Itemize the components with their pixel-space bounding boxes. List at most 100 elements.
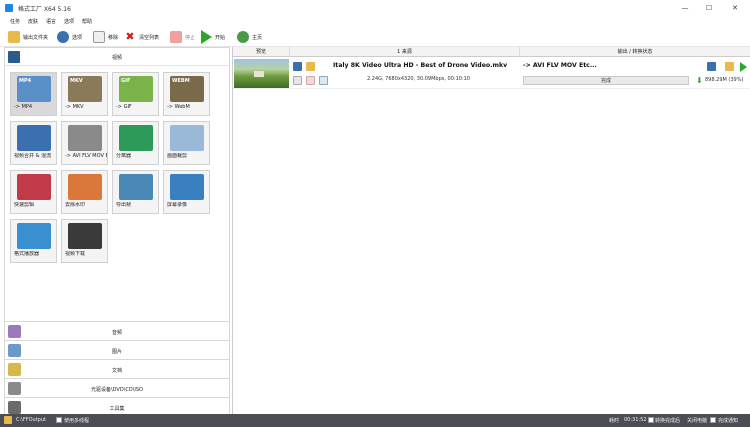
menu-item-skin[interactable]: 皮肤 — [28, 18, 38, 25]
delete-icon[interactable] — [319, 76, 328, 85]
output-folder-button[interactable]: 输出文件夹 — [8, 30, 48, 44]
clear-list-icon: ✖ — [124, 30, 136, 43]
section-disc-label: 光驱设备\DVD\CD\ISO — [90, 387, 143, 393]
tool-tile[interactable]: 去除水印 — [61, 170, 108, 214]
tool-tile[interactable]: MKV -> MKV — [61, 72, 108, 116]
options-button[interactable]: 选项 — [57, 30, 82, 44]
output-size: 898.29M (39%) — [705, 77, 743, 83]
table-row[interactable]: Italy 8K Video Ultra HD - Best of Drone … — [233, 58, 750, 89]
tool-badge: WEBM — [172, 78, 190, 84]
clear-list-label: 清空列表 — [139, 34, 160, 41]
menu-item-help[interactable]: 帮助 — [82, 18, 92, 25]
tool-tile[interactable]: 分离器 — [112, 121, 159, 165]
tool-label: -> GIF — [116, 104, 132, 110]
tool-label: -> MKV — [65, 104, 84, 110]
tool-icon — [68, 174, 102, 200]
tool-label: 分离器 — [116, 153, 132, 159]
download-arrow-icon: ⬇ — [696, 76, 703, 85]
home-label: 主页 — [252, 34, 263, 41]
task-list-panel: 预览 1 来源 输出 / 转换状态 Italy 8K Video Ultra H… — [232, 47, 750, 414]
output-info-icon[interactable] — [707, 62, 716, 71]
tool-icon: WEBM — [170, 76, 204, 102]
multithread-checkbox[interactable] — [56, 417, 62, 423]
tool-label: 视频合并 & 混流 — [14, 153, 52, 159]
video-category-header[interactable]: 视频 — [5, 48, 229, 66]
shutdown-option[interactable]: 关闭电脑 — [687, 417, 707, 424]
minimize-button[interactable]: — — [678, 2, 692, 14]
tool-tile[interactable]: 视频合并 & 混流 — [10, 121, 57, 165]
settings-icon[interactable] — [293, 76, 302, 85]
section-disc[interactable]: 光驱设备\DVD\CD\ISO — [5, 378, 229, 397]
tool-icon — [119, 174, 153, 200]
tool-label: 视频下载 — [65, 251, 86, 257]
output-path-folder-icon[interactable] — [4, 416, 12, 424]
column-header-source[interactable]: 1 来源 — [290, 47, 520, 57]
tool-icon — [17, 223, 51, 249]
output-size-value: 898.29M — [705, 77, 727, 83]
maximize-button[interactable]: ☐ — [702, 2, 716, 14]
play-output-icon[interactable] — [740, 62, 747, 72]
output-folder-icon[interactable] — [725, 62, 734, 71]
window-title: 格式工厂 X64 5.16 — [18, 6, 71, 13]
home-button[interactable]: 主页 — [237, 30, 262, 44]
title-bar: 格式工厂 X64 5.16 — ☐ ✕ — [0, 0, 750, 16]
source-file-info: 2.24G, 7680x4320, 30.09Mbps, 00:10:10 — [367, 76, 470, 82]
app-icon — [5, 4, 13, 12]
info-icon[interactable] — [293, 62, 302, 71]
column-header-preview[interactable]: 预览 — [233, 47, 290, 57]
start-button[interactable]: 开始 — [201, 30, 225, 44]
notify-checkbox[interactable] — [710, 417, 716, 423]
source-filename: Italy 8K Video Ultra HD - Best of Drone … — [333, 62, 508, 69]
tool-label: 去除水印 — [65, 202, 86, 208]
tool-tile[interactable]: 快速剪辑 — [10, 170, 57, 214]
clear-list-button[interactable]: ✖ 清空列表 — [124, 30, 159, 44]
play-icon — [201, 30, 212, 44]
stop-icon — [170, 31, 182, 43]
tool-icon — [17, 125, 51, 151]
tool-tile[interactable]: 视频下载 — [61, 219, 108, 263]
tool-label: -> AVI FLV MOV Etc... — [65, 153, 107, 159]
tool-tile[interactable]: 画面裁剪 — [163, 121, 210, 165]
tool-tile[interactable]: MP4 -> MP4 — [10, 72, 57, 116]
output-path[interactable]: C:\FFOutput — [16, 417, 46, 423]
source-folder-icon[interactable] — [306, 62, 315, 71]
tool-tile[interactable]: 屏幕录像 — [163, 170, 210, 214]
category-panel: 视频 MP4 -> MP4 MKV -> MKV GIF -> GIF WEBM -> Web… — [4, 47, 230, 416]
tool-badge: GIF — [121, 78, 131, 84]
tool-label: -> MP4 — [14, 104, 33, 110]
menu-item-options[interactable]: 选项 — [64, 18, 74, 25]
tool-label: -> WebM — [167, 104, 190, 110]
output-size-percent: (39%) — [728, 77, 744, 83]
tool-icon — [119, 125, 153, 151]
tool-label: 屏幕录像 — [167, 202, 188, 208]
elapsed-time: 00:31:52 — [624, 417, 647, 423]
options-icon — [57, 31, 69, 43]
remove-icon — [93, 31, 105, 43]
menu-item-language[interactable]: 语言 — [46, 18, 56, 25]
section-audio[interactable]: 音频 — [5, 321, 229, 340]
start-label: 开始 — [215, 34, 226, 41]
section-image-label: 图片 — [111, 349, 122, 355]
tool-tile[interactable]: -> AVI FLV MOV Etc... — [61, 121, 108, 165]
remove-button[interactable]: 移除 — [93, 30, 118, 44]
section-document[interactable]: 文档 — [5, 359, 229, 378]
menu-item-task[interactable]: 任务 — [10, 18, 20, 25]
section-tools-label: 工具集 — [109, 406, 125, 412]
video-thumbnail — [234, 59, 289, 88]
section-image[interactable]: 图片 — [5, 340, 229, 359]
after-convert-checkbox[interactable] — [648, 417, 654, 423]
close-button[interactable]: ✕ — [728, 2, 742, 14]
conversion-status: 完成 — [523, 76, 689, 85]
tool-tile[interactable]: WEBM -> WebM — [163, 72, 210, 116]
tool-tile[interactable]: 导出帧 — [112, 170, 159, 214]
video-category-label: 视频 — [111, 55, 122, 61]
tool-tile[interactable]: 格式播放器 — [10, 219, 57, 263]
tool-tile[interactable]: GIF -> GIF — [112, 72, 159, 116]
remove-label: 移除 — [108, 34, 119, 41]
clip-icon[interactable] — [306, 76, 315, 85]
folder-icon — [8, 31, 20, 43]
tool-label: 画面裁剪 — [167, 153, 188, 159]
home-icon — [237, 31, 249, 43]
column-header-output[interactable]: 输出 / 转换状态 — [520, 47, 750, 57]
stop-button[interactable]: 停止 — [170, 30, 195, 44]
